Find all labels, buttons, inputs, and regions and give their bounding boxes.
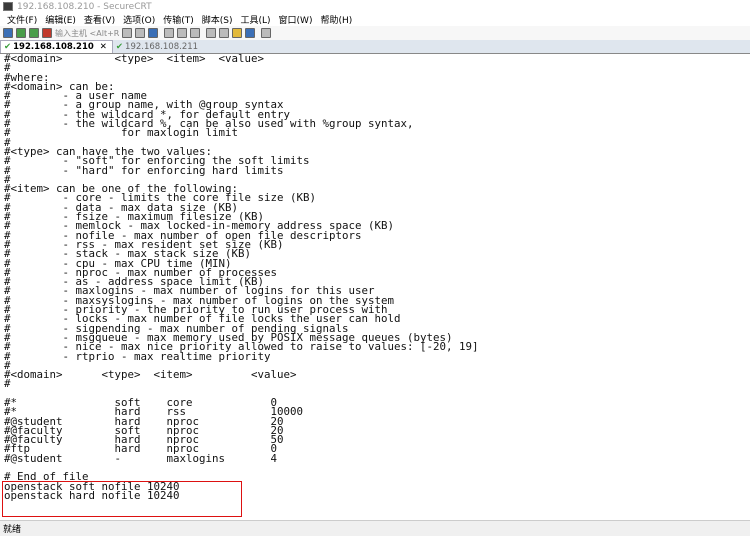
terminal-line: # - "hard" for enforcing hard limits [4, 163, 284, 177]
session-options-icon[interactable] [206, 28, 217, 38]
terminal-pane[interactable]: #<domain> <type> <item> <value> # #where: #… [0, 53, 750, 520]
terminal-line: #<domain> <type> <item> <value> [4, 368, 297, 382]
terminal-output: #<domain> <type> <item> <value> # #where: #… [0, 52, 750, 501]
paste-icon[interactable] [135, 28, 146, 38]
menu-bar: 文件(F) 编辑(E) 查看(V) 选项(O) 传输(T) 脚本(S) 工具(L… [0, 13, 750, 26]
print-screen-icon[interactable] [190, 28, 201, 38]
global-options-icon[interactable] [219, 28, 230, 38]
menu-file[interactable]: 文件(F) [7, 13, 37, 26]
menu-tools[interactable]: 工具(L) [241, 13, 271, 26]
menu-help[interactable]: 帮助(H) [320, 13, 352, 26]
terminal-line: #where: [4, 70, 50, 84]
connect-in-tab-icon[interactable] [29, 28, 39, 38]
find-icon[interactable] [148, 28, 159, 38]
menu-options[interactable]: 选项(O) [123, 13, 155, 26]
connected-check-icon: ✔ [4, 42, 12, 52]
menu-edit[interactable]: 编辑(E) [45, 13, 76, 26]
menu-transfer[interactable]: 传输(T) [163, 13, 194, 26]
connect-icon[interactable] [3, 28, 13, 38]
sftp-icon[interactable] [261, 28, 272, 38]
window-title: 192.168.108.210 - SecureCRT [17, 1, 152, 12]
menu-window[interactable]: 窗口(W) [279, 13, 313, 26]
securecrt-app-icon [3, 2, 13, 11]
terminal-line: #@student - maxlogins 4 [4, 451, 278, 465]
copy-icon[interactable] [122, 28, 133, 38]
tab-close-icon[interactable]: ✕ [100, 42, 107, 52]
terminal-line: #<domain> <type> <item> <value> [4, 52, 265, 65]
print-selection-icon[interactable] [177, 28, 188, 38]
status-bar: 就绪 [0, 520, 750, 536]
connected-check-icon: ✔ [115, 42, 124, 52]
menu-view[interactable]: 查看(V) [84, 13, 115, 26]
keymap-icon[interactable] [232, 28, 243, 38]
help-icon[interactable] [245, 28, 256, 38]
quick-connect-icon[interactable] [16, 28, 26, 38]
highlight-box [2, 481, 242, 517]
toolbar: 输入主机 <Alt+R [0, 26, 750, 40]
tab-label: 192.168.108.211 [125, 42, 199, 52]
tab-label: 192.168.108.210 [13, 42, 94, 52]
title-bar: 192.168.108.210 - SecureCRT [0, 0, 750, 13]
quick-connect-input[interactable]: 输入主机 <Alt+R [55, 28, 119, 39]
disconnect-icon[interactable] [42, 28, 52, 38]
status-text: 就绪 [3, 525, 22, 535]
menu-script[interactable]: 脚本(S) [202, 13, 233, 26]
print-icon[interactable] [164, 28, 175, 38]
